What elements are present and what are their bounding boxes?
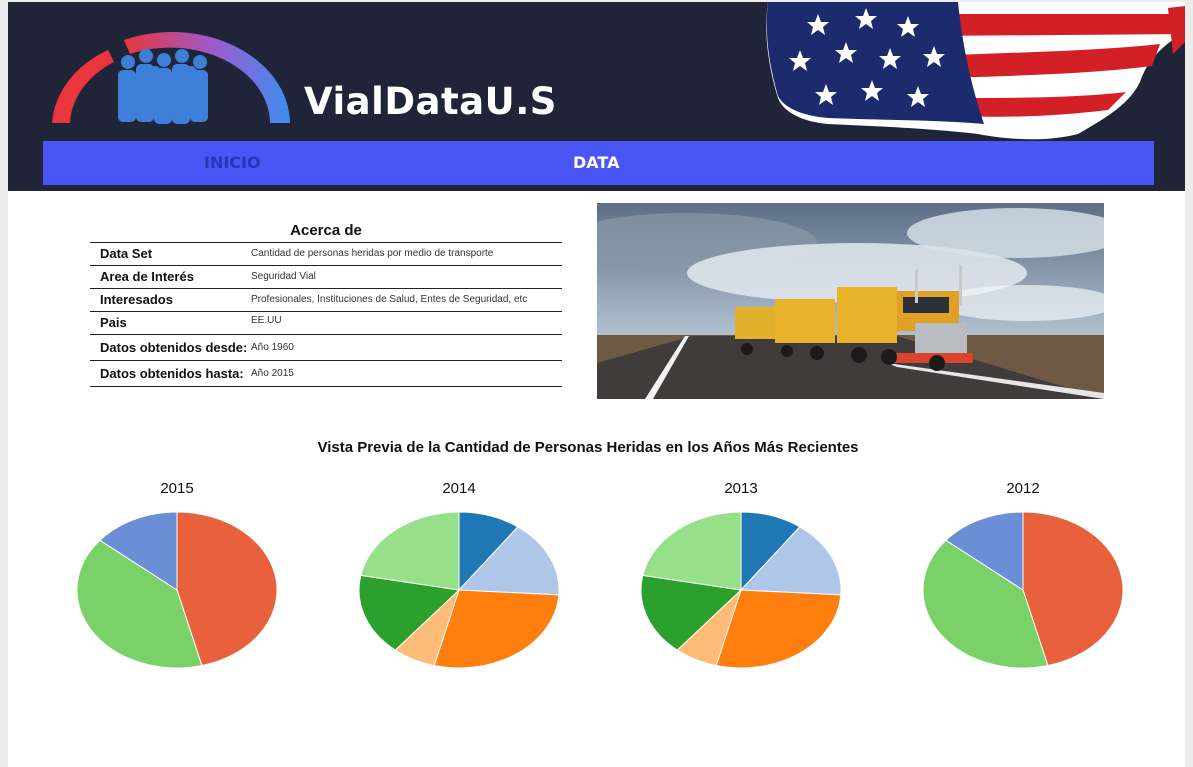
about-value: Año 1960 bbox=[251, 334, 562, 361]
about-value: Año 2015 bbox=[251, 360, 562, 387]
about-value: Cantidad de personas heridas por medio d… bbox=[251, 242, 562, 266]
truck-photo bbox=[597, 203, 1104, 399]
about-key: Pais bbox=[90, 311, 251, 335]
pie-title-2015: 2015 bbox=[160, 480, 194, 497]
brand-title: VialDataU.S bbox=[304, 80, 557, 123]
about-row: Datos obtenidos desde: Año 1960 bbox=[90, 334, 562, 361]
pie-chart-2015 bbox=[76, 511, 278, 669]
about-row: Datos obtenidos hasta: Año 2015 bbox=[90, 360, 562, 387]
nav-bar: INICIO DATA bbox=[43, 141, 1154, 185]
about-row: Area de Interés Seguridad Vial bbox=[90, 265, 562, 289]
about-value: Seguridad Vial bbox=[251, 265, 562, 289]
nav-item-data[interactable]: DATA bbox=[573, 153, 619, 172]
nav-item-inicio[interactable]: INICIO bbox=[204, 153, 261, 172]
pie-title-2014: 2014 bbox=[442, 480, 476, 497]
preview-title: Vista Previa de la Cantidad de Personas … bbox=[317, 439, 859, 456]
about-row: Data Set Cantidad de personas heridas po… bbox=[90, 242, 562, 266]
about-value: Profesionales, Instituciones de Salud, E… bbox=[251, 288, 562, 312]
about-key: Interesados bbox=[90, 288, 251, 312]
about-key: Area de Interés bbox=[90, 265, 251, 289]
header: VialDataU.S INICIO DATA bbox=[8, 2, 1185, 191]
usa-flag-map-icon bbox=[766, 2, 1185, 140]
about-value: EE.UU bbox=[251, 311, 562, 335]
people-gauge-logo-icon bbox=[52, 32, 290, 124]
about-key: Datos obtenidos desde: bbox=[90, 334, 251, 361]
about-table: Data Set Cantidad de personas heridas po… bbox=[90, 242, 562, 387]
pie-chart-2012 bbox=[922, 511, 1124, 669]
about-key: Datos obtenidos hasta: bbox=[90, 360, 251, 387]
page: VialDataU.S INICIO DATA Acerca de Data S… bbox=[8, 2, 1185, 767]
about-key: Data Set bbox=[90, 242, 251, 266]
about-row: Pais EE.UU bbox=[90, 311, 562, 335]
about-row: Interesados Profesionales, Instituciones… bbox=[90, 288, 562, 312]
pie-title-2012: 2012 bbox=[1006, 480, 1040, 497]
pie-title-2013: 2013 bbox=[724, 480, 758, 497]
pie-chart-2014 bbox=[358, 511, 560, 669]
pie-chart-2013 bbox=[640, 511, 842, 669]
about-title: Acerca de bbox=[290, 222, 362, 239]
